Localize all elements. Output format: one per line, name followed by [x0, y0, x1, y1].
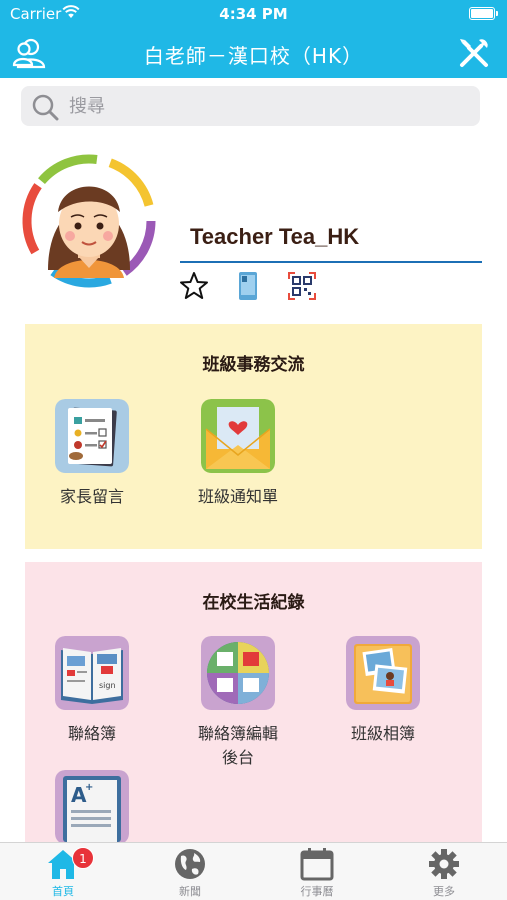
- svg-text:sign: sign: [99, 681, 116, 690]
- tile-label: 聯絡簿: [67, 724, 116, 743]
- tab-home[interactable]: 1 首頁: [0, 843, 126, 900]
- globe-icon: [175, 849, 205, 879]
- tile-label: 家長留言: [59, 487, 124, 506]
- star-icon[interactable]: [178, 270, 210, 302]
- teacher-avatar[interactable]: [18, 150, 160, 292]
- notification-badge: 1: [72, 847, 94, 869]
- class-notice-icon: [201, 399, 275, 473]
- tools-icon[interactable]: [457, 36, 491, 70]
- nav-bar: 白老師－漢口校（HK）: [0, 28, 507, 78]
- phone-icon[interactable]: [232, 270, 264, 302]
- tab-calendar[interactable]: 行事曆: [254, 843, 380, 900]
- contact-book-admin-tile[interactable]: 聯絡簿編輯 後台: [168, 636, 308, 770]
- search-bar[interactable]: [21, 86, 480, 126]
- tab-label: 更多: [433, 885, 455, 898]
- status-time: 4:34 PM: [219, 5, 288, 23]
- tile-label: 班級通知單: [197, 487, 278, 506]
- class-affairs-section: 班級事務交流 家長留言 班級通知單: [25, 324, 482, 549]
- contact-book-admin-icon: [201, 636, 275, 710]
- parent-message-tile[interactable]: 家長留言: [22, 399, 162, 509]
- contact-book-icon: sign: [55, 636, 129, 710]
- tab-label: 新聞: [179, 885, 201, 898]
- nav-title: 白老師－漢口校（HK）: [143, 44, 364, 68]
- teacher-name: Teacher Tea_HK: [190, 224, 360, 249]
- school-life-section: 在校生活紀錄 sign 聯絡簿 聯絡簿編輯 後台 班級相簿 A +: [25, 562, 482, 852]
- tab-label: 行事曆: [300, 885, 334, 898]
- parent-message-icon: [55, 399, 129, 473]
- tile-label: 班級相簿: [350, 724, 415, 743]
- gear-icon: [429, 849, 459, 879]
- search-input[interactable]: [69, 92, 459, 120]
- contact-book-tile[interactable]: sign 聯絡簿: [22, 636, 162, 746]
- calendar-icon: [300, 848, 334, 881]
- class-album-tile[interactable]: 班級相簿: [313, 636, 453, 746]
- search-icon: [32, 94, 59, 121]
- users-icon[interactable]: [12, 35, 48, 71]
- svg-text:+: +: [85, 782, 93, 793]
- class-notice-tile[interactable]: 班級通知單: [168, 399, 308, 509]
- tab-news[interactable]: 新聞: [127, 843, 253, 900]
- battery-icon: [469, 7, 498, 20]
- qr-code-icon[interactable]: [286, 270, 318, 302]
- grade-report-tile[interactable]: A +: [22, 770, 162, 844]
- grade-report-icon: A +: [55, 770, 129, 844]
- section-title: 在校生活紀錄: [202, 593, 305, 613]
- tab-label: 首頁: [52, 885, 74, 898]
- tab-more[interactable]: 更多: [381, 843, 507, 900]
- tab-bar: 1 首頁 新聞 行事曆 更多: [0, 842, 507, 900]
- name-underline: [180, 261, 482, 263]
- status-bar: Carrier 4:34 PM: [0, 0, 507, 28]
- section-title: 班級事務交流: [202, 355, 305, 375]
- tile-label: 聯絡簿編輯 後台: [197, 724, 278, 767]
- class-album-icon: [346, 636, 420, 710]
